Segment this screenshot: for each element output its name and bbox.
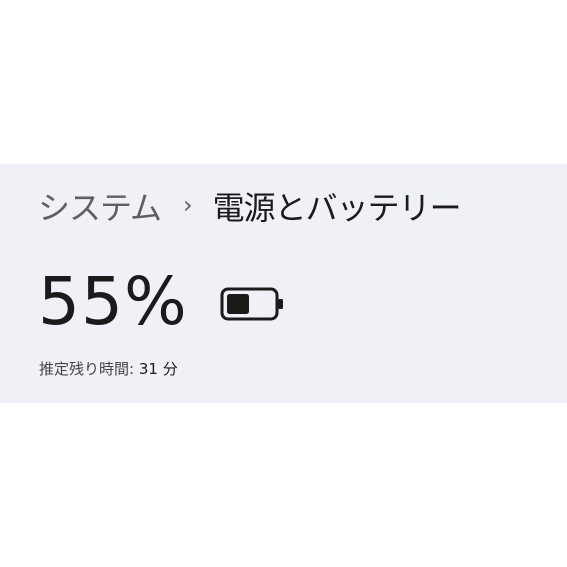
- battery-terminal: [277, 299, 283, 309]
- estimated-time-remaining: 推定残り時間: 31 分: [39, 358, 178, 379]
- estimated-time-value: 31 分: [138, 360, 178, 378]
- breadcrumb-system-link[interactable]: システム: [38, 183, 162, 229]
- page-title: 電源とバッテリー: [212, 189, 462, 227]
- chevron-right-icon: ›: [183, 191, 193, 219]
- power-battery-header-panel: システム › 電源とバッテリー 55% 推定残り時間: 31 分: [0, 164, 567, 403]
- estimated-time-label: 推定残り時間:: [39, 360, 135, 378]
- battery-fill-level: [226, 294, 249, 314]
- battery-status-row: 55%: [38, 262, 284, 342]
- battery-percentage: 55%: [38, 263, 188, 340]
- battery-icon: [220, 287, 283, 321]
- breadcrumb: システム › 電源とバッテリー: [38, 183, 462, 229]
